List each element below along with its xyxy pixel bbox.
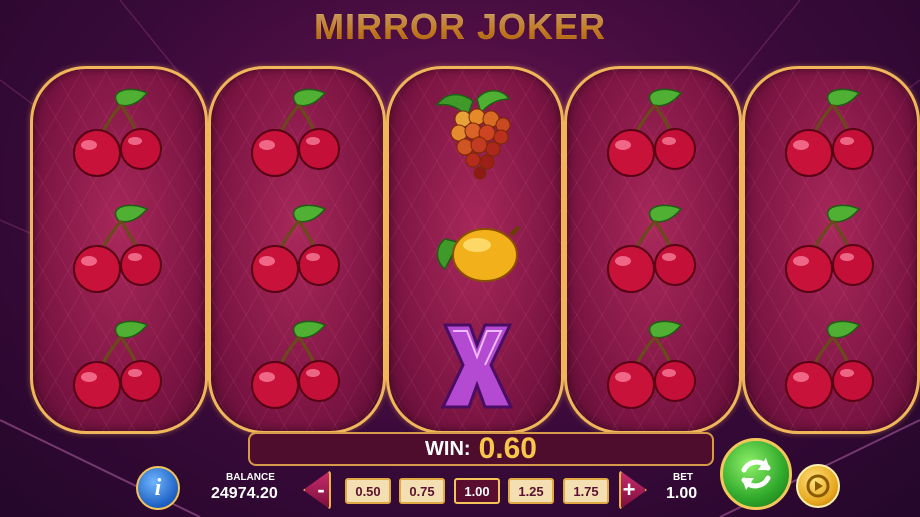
bet-option-1-75[interactable]: 1.75 [563,478,609,504]
plus-icon: + [622,477,636,502]
cherry-symbol [237,315,357,415]
x-symbol [415,315,535,415]
reel-2 [208,66,386,434]
cherry-symbol [59,83,179,183]
decrease-bet-button[interactable]: - [303,470,331,510]
win-display: WIN: 0.60 [248,432,714,466]
info-button[interactable]: i [136,466,180,510]
cherry-symbol [771,199,891,299]
win-label: WIN: [425,437,471,460]
lemon-symbol [415,199,535,299]
cherry-symbol [237,83,357,183]
game-title: MIRROR JOKER [0,6,920,48]
reel-5 [742,66,920,434]
spin-arrows-icon [741,458,771,490]
cherry-symbol [593,315,713,415]
cherry-symbol [59,315,179,415]
cherry-symbol [237,199,357,299]
reel-4 [564,66,742,434]
bet-option-0-50[interactable]: 0.50 [345,478,391,504]
increase-bet-button[interactable]: + [619,470,647,510]
spin-button[interactable] [720,438,792,510]
grapes-symbol [415,83,535,183]
cherry-symbol [593,83,713,183]
reel-3 [386,66,564,434]
reel-1 [30,66,208,434]
minus-icon: - [317,477,325,502]
info-icon: i [154,474,162,501]
balance-label: BALANCE [226,472,275,483]
bet-option-1-00[interactable]: 1.00 [454,478,500,504]
win-amount: 0.60 [478,432,537,465]
cherry-symbol [59,199,179,299]
cherry-symbol [593,199,713,299]
bet-label: BET [673,472,693,483]
cherry-symbol [771,83,891,183]
bet-value: 1.00 [666,485,698,502]
autoplay-icon [806,474,830,498]
bet-option-1-25[interactable]: 1.25 [508,478,554,504]
cherry-symbol [771,315,891,415]
bet-option-0-75[interactable]: 0.75 [399,478,445,504]
balance-value: 24974.20 [211,485,278,502]
autoplay-button[interactable] [796,464,840,508]
